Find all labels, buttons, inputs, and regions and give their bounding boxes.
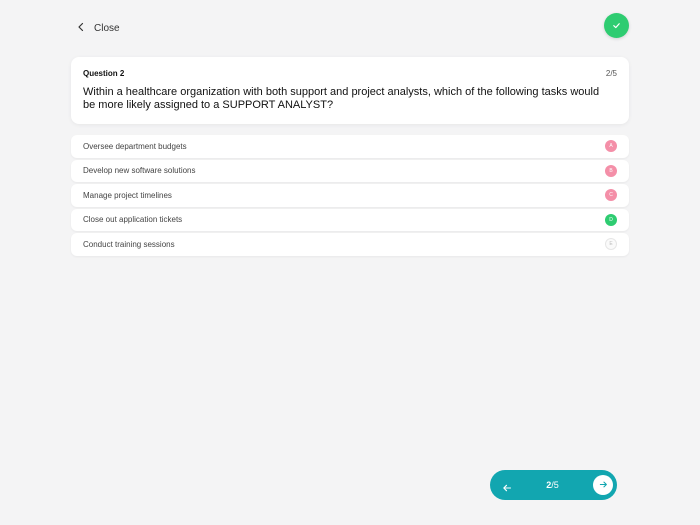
check-icon [612, 17, 621, 35]
answer-letter-badge: E [605, 238, 617, 251]
answer-option-d[interactable]: Close out application tickets D [71, 208, 629, 231]
answer-list: Oversee department budgets A Develop new… [71, 135, 629, 256]
arrow-left-icon[interactable] [502, 480, 512, 492]
chevron-left-icon [76, 22, 86, 35]
navigator-counter: 2/5 [546, 480, 559, 490]
answer-letter-badge: C [605, 189, 617, 202]
answer-option-a[interactable]: Oversee department budgets A [71, 135, 629, 158]
answer-letter-badge: D [605, 213, 617, 226]
close-label: Close [94, 23, 120, 34]
answer-text: Develop new software solutions [83, 166, 196, 176]
question-counter: 2/5 [605, 69, 617, 78]
next-question-button[interactable] [593, 475, 613, 495]
question-navigator: 2/5 [490, 470, 617, 500]
answer-option-e[interactable]: Conduct training sessions E [71, 233, 629, 256]
answer-text: Close out application tickets [83, 215, 183, 225]
answer-letter-badge: A [605, 140, 617, 153]
answer-text: Conduct training sessions [83, 239, 175, 249]
answer-option-b[interactable]: Develop new software solutions B [71, 159, 629, 182]
arrow-right-icon [599, 476, 608, 494]
completed-status-badge [604, 13, 629, 38]
answer-option-c[interactable]: Manage project timelines C [71, 184, 629, 207]
navigator-total: /5 [551, 480, 559, 490]
question-text: Within a healthcare organization with bo… [83, 86, 600, 111]
question-card: Question 2 2/5 Within a healthcare organ… [71, 57, 629, 124]
answer-text: Oversee department budgets [83, 141, 187, 151]
close-button[interactable]: Close [76, 22, 120, 35]
answer-letter-badge: B [605, 164, 617, 177]
question-label: Question 2 [83, 69, 125, 78]
answer-text: Manage project timelines [83, 190, 172, 200]
